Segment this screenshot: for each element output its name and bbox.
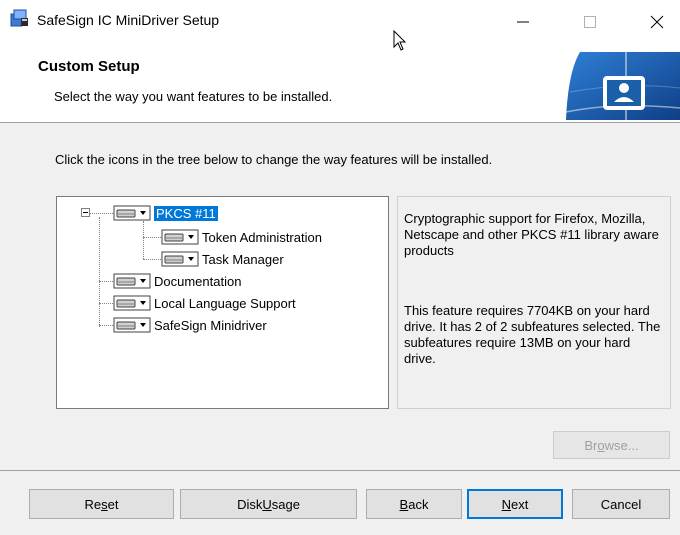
disk-usage-button[interactable]: Disk Usage	[180, 489, 357, 519]
feature-description-panel: Cryptographic support for Firefox, Mozil…	[397, 196, 671, 409]
maximize-button[interactable]	[567, 0, 613, 44]
tree-item-safesign-minidriver[interactable]: SafeSign Minidriver	[113, 315, 267, 335]
collapse-toggle-icon[interactable]	[81, 208, 90, 217]
install-state-dropdown-icon[interactable]	[113, 273, 151, 289]
install-state-dropdown-icon[interactable]	[113, 295, 151, 311]
safesign-logo	[565, 52, 680, 120]
feature-description: Cryptographic support for Firefox, Mozil…	[404, 211, 659, 258]
page-title: Custom Setup	[38, 58, 140, 75]
install-state-dropdown-icon[interactable]	[113, 317, 151, 333]
window-title: SafeSign IC MiniDriver Setup	[37, 12, 220, 28]
back-button[interactable]: Back	[366, 489, 462, 519]
install-state-dropdown-icon[interactable]	[161, 229, 199, 245]
tree-item-documentation[interactable]: Documentation	[113, 271, 241, 291]
tree-item-local-language-support[interactable]: Local Language Support	[113, 293, 296, 313]
tree-item-label: Task Manager	[202, 251, 284, 267]
install-state-dropdown-icon[interactable]	[113, 205, 151, 221]
next-button[interactable]: Next	[467, 489, 563, 519]
minimize-button[interactable]	[500, 0, 546, 44]
tree-item-label: SafeSign Minidriver	[154, 317, 267, 333]
browse-button[interactable]: Br o wse...	[553, 431, 670, 459]
cancel-button[interactable]: Cancel	[572, 489, 670, 519]
reset-button[interactable]: Re s et	[29, 489, 174, 519]
tree-item-token-administration[interactable]: Token Administration	[161, 227, 322, 247]
tree-item-pkcs11[interactable]: PKCS #11	[113, 203, 218, 223]
install-state-dropdown-icon[interactable]	[161, 251, 199, 267]
close-button[interactable]	[634, 0, 680, 44]
instruction-text: Click the icons in the tree below to cha…	[55, 152, 493, 167]
tree-item-task-manager[interactable]: Task Manager	[161, 249, 284, 269]
feature-tree[interactable]: PKCS #11 Token Administration Task Manag…	[56, 196, 389, 409]
tree-item-label: Documentation	[154, 273, 242, 289]
installer-app-icon	[10, 8, 30, 28]
feature-disk-requirements: This feature requires 7704KB on your har…	[404, 303, 661, 366]
tree-item-label: Token Administration	[202, 229, 322, 245]
mouse-pointer-icon	[393, 29, 407, 55]
page-subtitle: Select the way you want features to be i…	[54, 89, 333, 104]
tree-item-label: Local Language Support	[154, 295, 296, 311]
tree-item-label: PKCS #11	[154, 205, 218, 221]
